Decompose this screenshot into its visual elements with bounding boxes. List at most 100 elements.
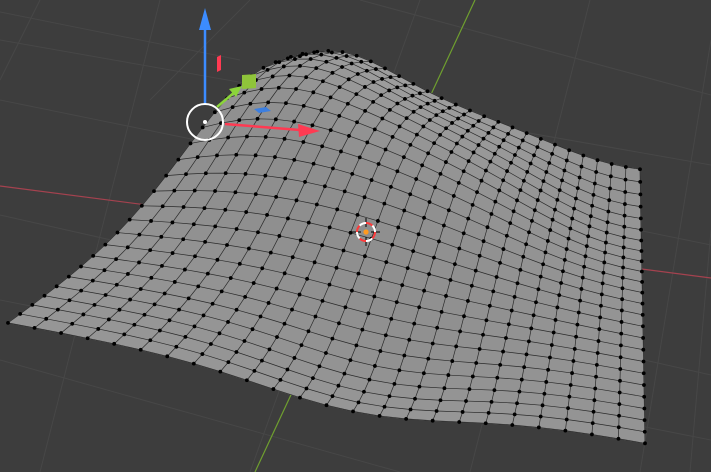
- mesh-vertex[interactable]: [125, 272, 130, 276]
- mesh-vertex[interactable]: [234, 350, 239, 354]
- mesh-vertex[interactable]: [305, 276, 309, 281]
- mesh-vertex[interactable]: [371, 80, 376, 84]
- mesh-vertex[interactable]: [70, 321, 75, 326]
- mesh-vertex[interactable]: [438, 398, 443, 403]
- mesh-vertex[interactable]: [594, 363, 599, 367]
- mesh-vertex[interactable]: [363, 254, 367, 259]
- mesh-vertex[interactable]: [292, 356, 297, 360]
- mesh-vertex[interactable]: [621, 265, 625, 270]
- mesh-vertex[interactable]: [639, 269, 644, 274]
- mesh-vertex[interactable]: [91, 253, 96, 258]
- mesh-vertex[interactable]: [427, 200, 432, 204]
- mesh-vertex[interactable]: [496, 119, 501, 124]
- mesh-vertex[interactable]: [572, 206, 576, 211]
- mesh-vertex[interactable]: [425, 101, 430, 106]
- mesh-vertex[interactable]: [516, 145, 521, 150]
- mesh-vertex[interactable]: [304, 52, 308, 57]
- mesh-vertex[interactable]: [439, 96, 444, 101]
- mesh-vertex[interactable]: [541, 179, 546, 184]
- mesh-vertex[interactable]: [67, 298, 72, 303]
- mesh-vertex[interactable]: [418, 91, 422, 96]
- mesh-vertex[interactable]: [259, 87, 264, 91]
- mesh-vertex[interactable]: [545, 239, 550, 243]
- mesh-vertex[interactable]: [592, 181, 597, 186]
- mesh-vertex[interactable]: [432, 141, 437, 146]
- mesh-vertex[interactable]: [390, 135, 395, 139]
- mesh-vertex[interactable]: [501, 247, 506, 251]
- mesh-vertex[interactable]: [491, 289, 496, 294]
- mesh-vertex[interactable]: [234, 307, 239, 312]
- mesh-vertex[interactable]: [66, 274, 71, 279]
- mesh-vertex[interactable]: [322, 184, 327, 189]
- mesh-vertex[interactable]: [334, 265, 339, 270]
- mesh-vertex[interactable]: [379, 93, 384, 98]
- mesh-vertex[interactable]: [566, 236, 571, 241]
- mesh-vertex[interactable]: [435, 325, 440, 330]
- mesh-vertex[interactable]: [605, 220, 610, 225]
- mesh-vertex[interactable]: [508, 221, 513, 226]
- mesh-vertex[interactable]: [260, 358, 264, 363]
- mesh-vertex[interactable]: [448, 278, 453, 282]
- mesh-vertex[interactable]: [524, 242, 529, 247]
- mesh-vertex[interactable]: [308, 57, 313, 61]
- mesh-vertex[interactable]: [294, 87, 298, 91]
- mesh-vertex[interactable]: [410, 93, 415, 98]
- mesh-vertex[interactable]: [579, 287, 584, 291]
- mesh-vertex[interactable]: [152, 189, 156, 193]
- mesh-vertex[interactable]: [642, 418, 647, 423]
- mesh-vertex[interactable]: [330, 70, 335, 75]
- mesh-vertex[interactable]: [518, 188, 523, 193]
- mesh-vertex[interactable]: [312, 260, 317, 265]
- mesh-vertex[interactable]: [481, 332, 485, 337]
- mesh-vertex[interactable]: [292, 157, 297, 162]
- mesh-vertex[interactable]: [446, 208, 451, 213]
- mesh-vertex[interactable]: [234, 227, 239, 231]
- mesh-vertex[interactable]: [591, 192, 596, 197]
- mesh-vertex[interactable]: [489, 212, 494, 216]
- mesh-vertex[interactable]: [54, 284, 59, 289]
- mesh-vertex[interactable]: [263, 135, 268, 139]
- mesh-vertex[interactable]: [228, 276, 233, 280]
- mesh-vertex[interactable]: [521, 254, 526, 259]
- mesh-vertex[interactable]: [170, 220, 175, 225]
- mesh-vertex[interactable]: [506, 131, 510, 136]
- mesh-vertex[interactable]: [263, 173, 268, 178]
- mesh-vertex[interactable]: [362, 389, 366, 394]
- mesh-vertex[interactable]: [276, 85, 281, 90]
- mesh-vertex[interactable]: [226, 360, 231, 365]
- mesh-vertex[interactable]: [411, 109, 416, 114]
- mesh-vertex[interactable]: [258, 314, 263, 319]
- mesh-vertex[interactable]: [368, 59, 373, 64]
- mesh-vertex[interactable]: [584, 244, 589, 249]
- mesh-vertex[interactable]: [638, 167, 642, 172]
- mesh-vertex[interactable]: [354, 92, 359, 97]
- mesh-vertex[interactable]: [532, 208, 537, 213]
- mesh-vertex[interactable]: [243, 294, 248, 299]
- mesh-vertex[interactable]: [414, 132, 419, 137]
- mesh-vertex[interactable]: [593, 386, 598, 391]
- mesh-vertex[interactable]: [470, 202, 475, 207]
- mesh-vertex[interactable]: [559, 281, 563, 285]
- mesh-vertex[interactable]: [388, 184, 393, 189]
- mesh-vertex[interactable]: [282, 271, 287, 276]
- mesh-vertex[interactable]: [404, 116, 409, 121]
- mesh-vertex[interactable]: [395, 169, 400, 174]
- mesh-vertex[interactable]: [378, 277, 383, 282]
- mesh-vertex[interactable]: [205, 271, 210, 276]
- mesh-vertex[interactable]: [395, 101, 400, 106]
- mesh-vertex[interactable]: [387, 88, 392, 93]
- mesh-vertex[interactable]: [397, 124, 402, 129]
- mesh-vertex[interactable]: [454, 141, 459, 146]
- mesh-vertex[interactable]: [512, 294, 517, 299]
- mesh-vertex[interactable]: [442, 223, 446, 228]
- mesh-vertex[interactable]: [128, 297, 133, 302]
- mesh-vertex[interactable]: [299, 343, 304, 348]
- mesh-vertex[interactable]: [640, 290, 645, 295]
- mesh-vertex[interactable]: [366, 311, 371, 316]
- mesh-vertex[interactable]: [306, 220, 311, 225]
- mesh-vertex[interactable]: [491, 125, 496, 130]
- mesh-vertex[interactable]: [618, 367, 623, 371]
- mesh-vertex[interactable]: [242, 90, 247, 95]
- mesh-vertex[interactable]: [132, 322, 137, 327]
- mesh-vertex[interactable]: [604, 240, 608, 245]
